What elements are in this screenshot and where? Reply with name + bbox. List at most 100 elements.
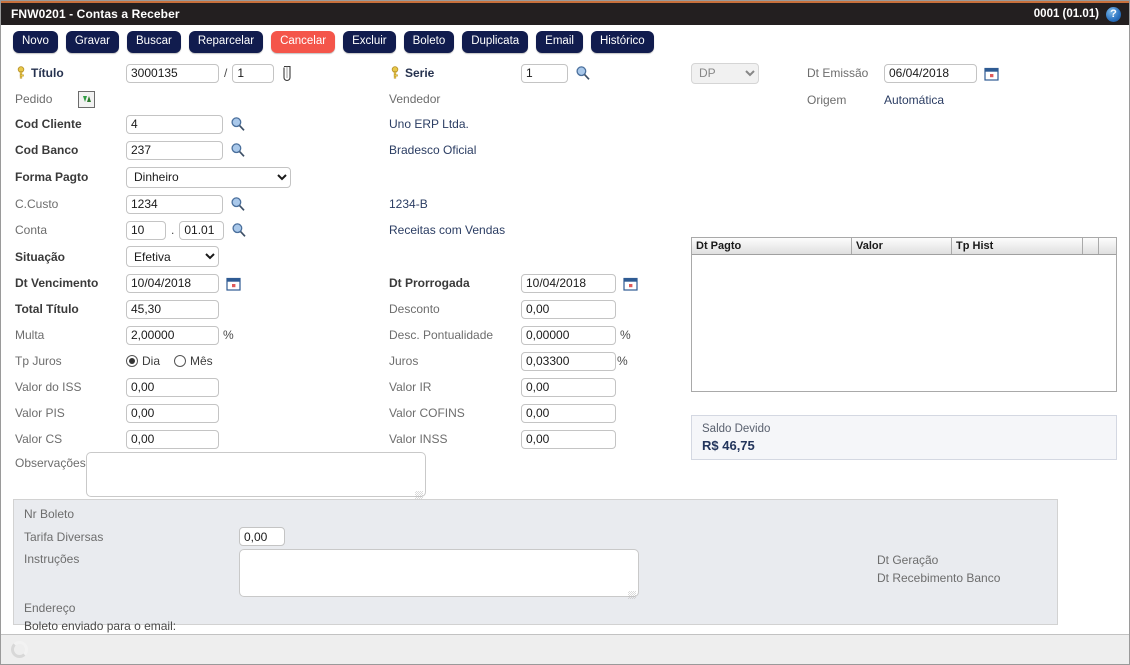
help-icon[interactable]: ? bbox=[1106, 7, 1121, 22]
loading-spinner-icon bbox=[11, 641, 28, 658]
reparcelar-button[interactable]: Reparcelar bbox=[189, 31, 263, 53]
grid-col-dt-pagto[interactable]: Dt Pagto bbox=[692, 238, 852, 254]
field-desconto: Desconto bbox=[381, 296, 681, 322]
titulo-input[interactable] bbox=[126, 64, 219, 83]
field-serie: Serie bbox=[381, 59, 681, 87]
field-forma-pagto: Forma Pagto Dinheiro bbox=[1, 163, 381, 191]
saldo-devido-label: Saldo Devido bbox=[702, 422, 1116, 437]
search-icon[interactable] bbox=[575, 65, 591, 81]
conta-sub-input[interactable] bbox=[179, 221, 224, 240]
field-titulo: Título / bbox=[1, 59, 381, 87]
vendedor-label: Vendedor bbox=[381, 92, 521, 106]
valor-cs-input[interactable] bbox=[126, 430, 219, 449]
ccusto-label: C.Custo bbox=[1, 197, 126, 211]
observacoes-textarea[interactable] bbox=[86, 452, 426, 497]
desconto-label: Desconto bbox=[381, 302, 521, 316]
field-valor-cofins: Valor COFINS bbox=[381, 400, 681, 426]
tp-juros-mes-radio[interactable] bbox=[174, 355, 186, 367]
search-icon[interactable] bbox=[231, 222, 247, 238]
tp-juros-mes-label: Mês bbox=[190, 354, 213, 368]
total-titulo-label: Total Título bbox=[1, 302, 126, 316]
cod-cliente-input[interactable] bbox=[126, 115, 223, 134]
toolbar: Novo Gravar Buscar Reparcelar Cancelar E… bbox=[1, 25, 1129, 59]
dt-emissao-input[interactable] bbox=[884, 64, 977, 83]
saldo-devido-value: R$ 46,75 bbox=[702, 437, 1116, 454]
field-dt-vencimento: Dt Vencimento bbox=[1, 270, 381, 296]
origem-value: Automática bbox=[884, 93, 944, 107]
multa-input[interactable] bbox=[126, 326, 219, 345]
field-vendedor: Vendedor bbox=[381, 87, 681, 111]
ccusto-nome: 1234-B bbox=[381, 197, 428, 211]
valor-pis-label: Valor PIS bbox=[1, 406, 126, 420]
dt-prorrogada-input[interactable] bbox=[521, 274, 616, 293]
valor-cofins-input[interactable] bbox=[521, 404, 616, 423]
valor-ir-input[interactable] bbox=[521, 378, 616, 397]
valor-inss-input[interactable] bbox=[521, 430, 616, 449]
tarifa-diversas-input[interactable] bbox=[239, 527, 285, 546]
boleto-email-label: Boleto enviado para o email: bbox=[24, 619, 176, 633]
calendar-icon[interactable] bbox=[623, 276, 638, 291]
dt-vencimento-input[interactable] bbox=[126, 274, 219, 293]
grid-col-extra-2[interactable] bbox=[1099, 238, 1115, 254]
calendar-icon[interactable] bbox=[984, 66, 999, 81]
valor-cofins-label: Valor COFINS bbox=[381, 406, 521, 420]
search-icon[interactable] bbox=[230, 142, 246, 158]
version-label: 0001 (01.01) bbox=[1034, 8, 1099, 20]
cancelar-button[interactable]: Cancelar bbox=[271, 31, 335, 53]
field-multa: Multa % bbox=[1, 322, 381, 348]
valor-iss-input[interactable] bbox=[126, 378, 219, 397]
cliente-nome: Uno ERP Ltda. bbox=[381, 117, 469, 131]
valor-pis-input[interactable] bbox=[126, 404, 219, 423]
pagamentos-grid[interactable]: Dt Pagto Valor Tp Hist bbox=[691, 237, 1117, 392]
novo-button[interactable]: Novo bbox=[13, 31, 58, 53]
calendar-icon[interactable] bbox=[226, 276, 241, 291]
banco-nome: Bradesco Oficial bbox=[381, 143, 476, 157]
field-valor-pis: Valor PIS bbox=[1, 400, 381, 426]
tipo-select[interactable]: DP bbox=[691, 63, 759, 84]
valor-ir-label: Valor IR bbox=[381, 380, 521, 394]
total-titulo-input[interactable] bbox=[126, 300, 219, 319]
field-cod-cliente: Cod Cliente bbox=[1, 111, 381, 137]
pedido-lookup-button[interactable] bbox=[78, 91, 95, 108]
banco-nome-row: Bradesco Oficial bbox=[381, 137, 681, 163]
valor-inss-label: Valor INSS bbox=[381, 432, 521, 446]
serie-input[interactable] bbox=[521, 64, 568, 83]
gravar-button[interactable]: Gravar bbox=[66, 31, 119, 53]
grid-body bbox=[692, 255, 1116, 391]
tipo-row: DP Dt Emissão bbox=[681, 59, 1129, 87]
tp-juros-dia-radio[interactable] bbox=[126, 355, 138, 367]
cod-banco-input[interactable] bbox=[126, 141, 223, 160]
situacao-select[interactable]: Efetiva bbox=[126, 246, 219, 267]
attachment-icon[interactable] bbox=[280, 64, 294, 82]
titulo-parcela-input[interactable] bbox=[232, 64, 274, 83]
email-button[interactable]: Email bbox=[536, 31, 583, 53]
field-valor-iss: Valor do ISS bbox=[1, 374, 381, 400]
field-valor-inss: Valor INSS bbox=[381, 426, 681, 452]
field-total-titulo: Total Título bbox=[1, 296, 381, 322]
boleto-button[interactable]: Boleto bbox=[404, 31, 455, 53]
grid-col-extra-1[interactable] bbox=[1083, 238, 1099, 254]
juros-input[interactable] bbox=[521, 352, 616, 371]
desc-pontualidade-label: Desc. Pontualidade bbox=[381, 328, 521, 342]
forma-pagto-select[interactable]: Dinheiro bbox=[126, 167, 291, 188]
spacer-row bbox=[381, 163, 681, 191]
buscar-button[interactable]: Buscar bbox=[127, 31, 181, 53]
dt-recebimento-banco-label: Dt Recebimento Banco bbox=[877, 571, 1000, 585]
historico-button[interactable]: Histórico bbox=[591, 31, 654, 53]
desc-pontualidade-input[interactable] bbox=[521, 326, 616, 345]
dt-emissao-label: Dt Emissão bbox=[799, 66, 884, 80]
grid-col-valor[interactable]: Valor bbox=[852, 238, 952, 254]
key-icon bbox=[389, 66, 401, 80]
ccusto-input[interactable] bbox=[126, 195, 223, 214]
grid-col-tp-hist[interactable]: Tp Hist bbox=[952, 238, 1083, 254]
cod-cliente-label: Cod Cliente bbox=[1, 117, 126, 131]
desconto-input[interactable] bbox=[521, 300, 616, 319]
search-icon[interactable] bbox=[230, 196, 246, 212]
excluir-button[interactable]: Excluir bbox=[343, 31, 396, 53]
left-column: Título / Pedido bbox=[1, 59, 381, 502]
duplicata-button[interactable]: Duplicata bbox=[462, 31, 528, 53]
instrucoes-textarea[interactable] bbox=[239, 549, 639, 597]
conta-input[interactable] bbox=[126, 221, 166, 240]
key-icon bbox=[15, 66, 27, 80]
search-icon[interactable] bbox=[230, 116, 246, 132]
